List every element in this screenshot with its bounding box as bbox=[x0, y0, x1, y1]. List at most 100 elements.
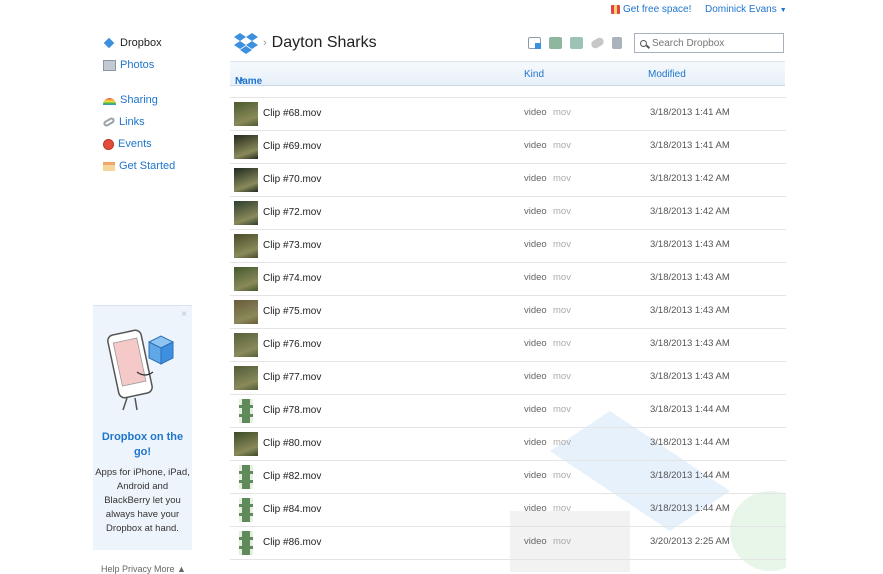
sidebar-item-label: Photos bbox=[120, 59, 155, 71]
file-kind: video bbox=[524, 437, 547, 448]
file-name[interactable]: Clip #78.mov bbox=[263, 405, 321, 416]
file-name[interactable]: Clip #74.mov bbox=[263, 273, 321, 284]
video-thumbnail bbox=[234, 135, 258, 159]
user-menu[interactable]: Dominick Evans ▼ bbox=[705, 4, 787, 15]
photos-icon bbox=[103, 59, 116, 71]
table-row[interactable]: Clip #73.mov video mov 3/18/2013 1:43 AM bbox=[230, 230, 786, 263]
close-icon[interactable]: × bbox=[181, 309, 187, 320]
file-name[interactable]: Clip #76.mov bbox=[263, 339, 321, 350]
link-icon[interactable] bbox=[589, 36, 606, 50]
file-name[interactable]: Clip #86.mov bbox=[263, 537, 321, 548]
user-name[interactable]: Dominick Evans bbox=[705, 4, 777, 15]
file-extension: mov bbox=[553, 272, 571, 283]
sharing-icon bbox=[103, 98, 116, 105]
phone-illustration bbox=[107, 329, 175, 411]
table-row[interactable]: Clip #68.mov video mov 3/18/2013 1:41 AM bbox=[230, 98, 786, 131]
table-row[interactable]: Clip #72.mov video mov 3/18/2013 1:42 AM bbox=[230, 197, 786, 230]
file-extension: mov bbox=[553, 140, 571, 151]
search-box[interactable] bbox=[634, 33, 784, 53]
file-modified: 3/18/2013 1:41 AM bbox=[650, 107, 730, 118]
sidebar-item-photos[interactable]: Photos bbox=[103, 59, 154, 71]
file-kind: video bbox=[524, 338, 547, 349]
video-thumbnail bbox=[234, 267, 258, 291]
file-name[interactable]: Clip #69.mov bbox=[263, 141, 321, 152]
film-strip-icon bbox=[239, 531, 253, 555]
film-strip-icon bbox=[239, 399, 253, 423]
file-kind: video bbox=[524, 206, 547, 217]
table-row[interactable]: Clip #76.mov video mov 3/18/2013 1:43 AM bbox=[230, 329, 786, 362]
file-kind: video bbox=[524, 140, 547, 151]
dropbox-logo-icon[interactable] bbox=[233, 32, 259, 54]
file-modified: 3/18/2013 1:43 AM bbox=[650, 371, 730, 382]
file-name[interactable]: Clip #70.mov bbox=[263, 174, 321, 185]
file-extension: mov bbox=[553, 536, 571, 547]
file-name[interactable]: Clip #77.mov bbox=[263, 372, 321, 383]
table-row[interactable]: Clip #77.mov video mov 3/18/2013 1:43 AM bbox=[230, 362, 786, 395]
table-row[interactable]: Clip #86.mov video mov 3/20/2013 2:25 AM bbox=[230, 527, 786, 560]
sidebar-item-dropbox[interactable]: Dropbox bbox=[103, 37, 162, 49]
sidebar-item-label: Get Started bbox=[119, 160, 176, 172]
search-input[interactable] bbox=[652, 37, 777, 49]
sidebar-item-links[interactable]: Links bbox=[102, 116, 145, 128]
film-strip-icon bbox=[239, 498, 253, 522]
table-row[interactable]: Clip #82.mov video mov 3/18/2013 1:44 AM bbox=[230, 461, 786, 494]
sidebar-item-get-started[interactable]: Get Started bbox=[103, 160, 175, 172]
video-thumbnail bbox=[234, 201, 258, 225]
file-name[interactable]: Clip #82.mov bbox=[263, 471, 321, 482]
file-extension: mov bbox=[553, 206, 571, 217]
sidebar-item-label: Dropbox bbox=[120, 37, 162, 49]
file-extension: mov bbox=[553, 338, 571, 349]
top-bar: Get free space! Dominick Evans ▼ bbox=[0, 0, 883, 22]
file-kind: video bbox=[524, 503, 547, 514]
file-name[interactable]: Clip #73.mov bbox=[263, 240, 321, 251]
file-name[interactable]: Clip #68.mov bbox=[263, 108, 321, 119]
column-modified[interactable]: Modified bbox=[648, 69, 686, 80]
table-row[interactable]: Clip #78.mov video mov 3/18/2013 1:44 AM bbox=[230, 395, 786, 428]
table-row[interactable]: Clip #84.mov video mov 3/18/2013 1:44 AM bbox=[230, 494, 786, 527]
mobile-promo-panel: × Dropbox on the go! Apps for iPhone, iP… bbox=[93, 305, 192, 550]
file-name[interactable]: Clip #84.mov bbox=[263, 504, 321, 515]
table-row[interactable]: Clip #74.mov video mov 3/18/2013 1:43 AM bbox=[230, 263, 786, 296]
table-row[interactable] bbox=[230, 86, 786, 98]
file-kind: video bbox=[524, 536, 547, 547]
column-header: Name ▲ Kind Modified bbox=[230, 61, 785, 87]
file-name[interactable]: Clip #75.mov bbox=[263, 306, 321, 317]
get-free-space-label[interactable]: Get free space! bbox=[623, 4, 691, 15]
table-row[interactable]: Clip #80.mov video mov 3/18/2013 1:44 AM bbox=[230, 428, 786, 461]
file-modified: 3/20/2013 2:25 AM bbox=[650, 536, 730, 547]
file-modified: 3/18/2013 1:42 AM bbox=[650, 173, 730, 184]
promo-body: Apps for iPhone, iPad, Android and Black… bbox=[95, 467, 190, 534]
footer-links[interactable]: Help Privacy More ▲ bbox=[101, 564, 186, 574]
deleted-files-icon[interactable] bbox=[612, 37, 622, 49]
file-kind: video bbox=[524, 470, 547, 481]
chevron-down-icon[interactable]: ▼ bbox=[780, 7, 787, 14]
column-kind[interactable]: Kind bbox=[524, 69, 544, 80]
share-folder-icon[interactable] bbox=[570, 37, 583, 49]
dropbox-icon bbox=[103, 37, 116, 49]
get-free-space-link[interactable]: Get free space! bbox=[611, 4, 691, 15]
file-extension: mov bbox=[553, 470, 571, 481]
file-modified: 3/18/2013 1:41 AM bbox=[650, 140, 730, 151]
file-modified: 3/18/2013 1:44 AM bbox=[650, 437, 730, 448]
video-thumbnail bbox=[234, 300, 258, 324]
breadcrumb: › Dayton Sharks bbox=[233, 32, 377, 54]
sidebar-item-label: Events bbox=[118, 138, 152, 150]
file-name[interactable]: Clip #72.mov bbox=[263, 207, 321, 218]
video-thumbnail bbox=[234, 168, 258, 192]
sidebar-item-label: Links bbox=[119, 116, 145, 128]
file-extension: mov bbox=[553, 239, 571, 250]
new-folder-icon[interactable] bbox=[549, 37, 562, 49]
promo-title[interactable]: Dropbox on the go! bbox=[93, 430, 192, 460]
file-extension: mov bbox=[553, 371, 571, 382]
table-row[interactable]: Clip #69.mov video mov 3/18/2013 1:41 AM bbox=[230, 131, 786, 164]
sidebar-item-label: Sharing bbox=[120, 94, 158, 106]
file-name[interactable]: Clip #80.mov bbox=[263, 438, 321, 449]
sidebar-item-sharing[interactable]: Sharing bbox=[103, 94, 158, 106]
upload-icon[interactable] bbox=[528, 37, 541, 49]
sidebar-item-events[interactable]: Events bbox=[103, 138, 152, 150]
sort-ascending-icon[interactable]: ▲ bbox=[238, 76, 245, 83]
table-row[interactable]: Clip #70.mov video mov 3/18/2013 1:42 AM bbox=[230, 164, 786, 197]
video-file-icon bbox=[234, 531, 258, 555]
table-row[interactable]: Clip #75.mov video mov 3/18/2013 1:43 AM bbox=[230, 296, 786, 329]
file-extension: mov bbox=[553, 107, 571, 118]
